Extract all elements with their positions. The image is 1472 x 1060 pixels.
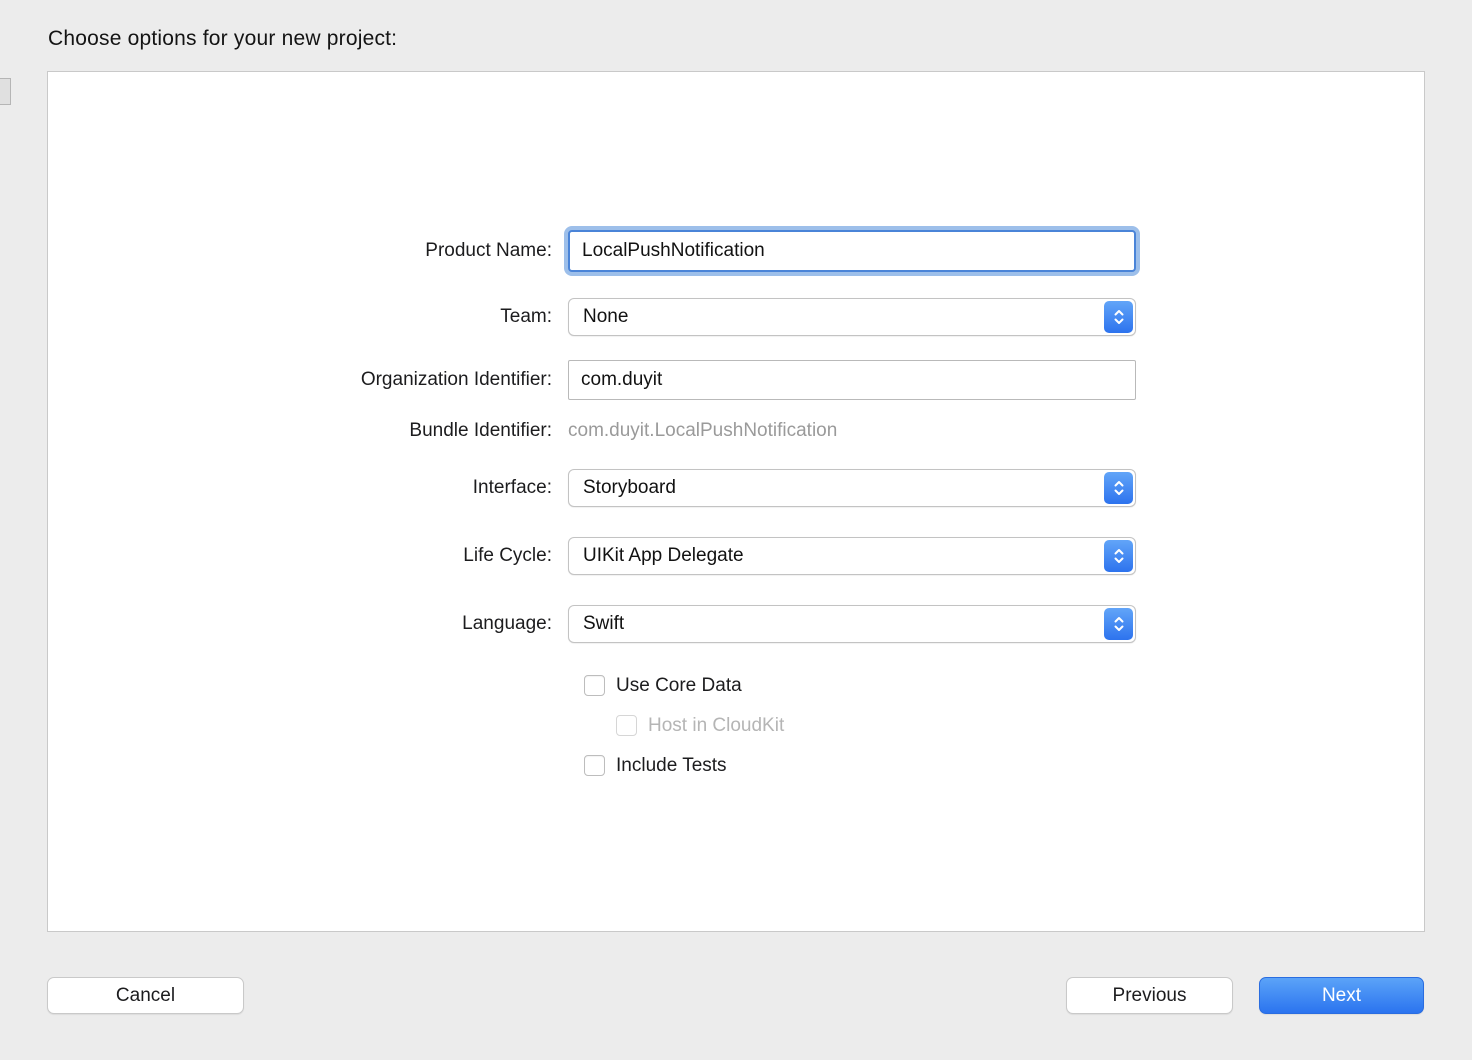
use-core-data-checkbox[interactable] [584, 675, 605, 696]
organization-identifier-input[interactable] [568, 360, 1136, 400]
team-select[interactable]: None [568, 298, 1136, 336]
background-window-edge [0, 78, 11, 105]
language-row: Language: Swift [48, 605, 1424, 643]
project-options-form: Product Name: Team: None [48, 72, 1424, 777]
include-tests-checkbox[interactable] [584, 755, 605, 776]
options-panel: Product Name: Team: None [47, 71, 1425, 932]
chevron-up-down-icon [1104, 301, 1133, 333]
chevron-up-down-icon [1104, 540, 1133, 572]
product-name-row: Product Name: [48, 230, 1424, 272]
include-tests-row: Include Tests [584, 754, 1424, 777]
product-name-input[interactable] [568, 230, 1136, 272]
language-label: Language: [48, 613, 568, 635]
interface-select[interactable]: Storyboard [568, 469, 1136, 507]
host-in-cloudkit-label: Host in CloudKit [648, 715, 784, 737]
dialog-title: Choose options for your new project: [48, 27, 397, 51]
interface-label: Interface: [48, 477, 568, 499]
next-button[interactable]: Next [1259, 977, 1424, 1014]
life-cycle-select[interactable]: UIKit App Delegate [568, 537, 1136, 575]
life-cycle-label: Life Cycle: [48, 545, 568, 567]
chevron-up-down-icon [1104, 472, 1133, 504]
include-tests-label: Include Tests [616, 755, 727, 777]
use-core-data-label: Use Core Data [616, 675, 742, 697]
organization-identifier-label: Organization Identifier: [48, 369, 568, 391]
host-in-cloudkit-checkbox [616, 715, 637, 736]
language-select[interactable]: Swift [568, 605, 1136, 643]
previous-button[interactable]: Previous [1066, 977, 1233, 1014]
bundle-identifier-row: Bundle Identifier: com.duyit.LocalPushNo… [48, 420, 1424, 442]
team-selected-value: None [583, 306, 628, 328]
life-cycle-selected-value: UIKit App Delegate [583, 545, 744, 567]
chevron-up-down-icon [1104, 608, 1133, 640]
host-in-cloudkit-row: Host in CloudKit [616, 714, 1424, 737]
team-label: Team: [48, 306, 568, 328]
use-core-data-row: Use Core Data [584, 674, 1424, 697]
interface-row: Interface: Storyboard [48, 469, 1424, 507]
product-name-label: Product Name: [48, 240, 568, 262]
bundle-identifier-label: Bundle Identifier: [48, 420, 568, 442]
language-selected-value: Swift [583, 613, 624, 635]
organization-identifier-row: Organization Identifier: [48, 360, 1424, 400]
cancel-button[interactable]: Cancel [47, 977, 244, 1014]
life-cycle-row: Life Cycle: UIKit App Delegate [48, 537, 1424, 575]
bundle-identifier-value: com.duyit.LocalPushNotification [568, 420, 837, 441]
team-row: Team: None [48, 298, 1424, 336]
interface-selected-value: Storyboard [583, 477, 676, 499]
